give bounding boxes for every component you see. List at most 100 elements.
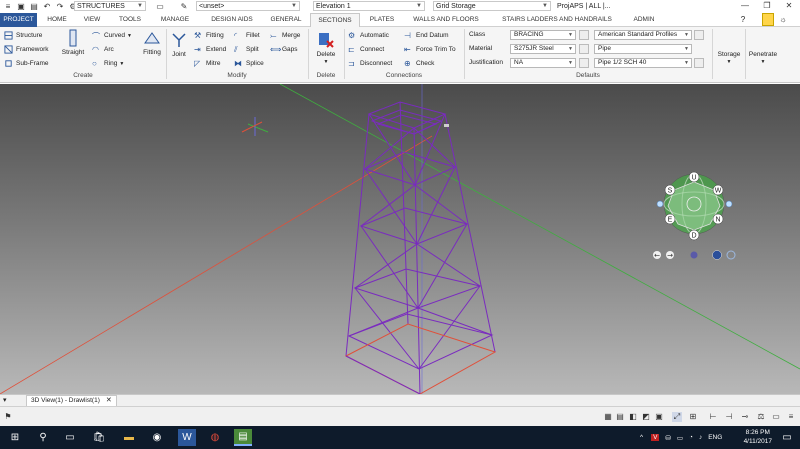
notifications-icon[interactable]: ▭ xyxy=(778,429,796,446)
model-canvas[interactable]: U D S W E N ← → xyxy=(0,84,800,394)
store-icon[interactable]: 🛍 xyxy=(90,429,108,446)
tab-tools[interactable]: TOOLS xyxy=(113,13,147,27)
fillet-button[interactable]: ◜ Fillet xyxy=(234,31,260,40)
network-icon[interactable]: ◔ xyxy=(689,434,693,441)
disconnect-button[interactable]: ⊐ Disconnect xyxy=(348,59,392,68)
workspace-switch-icon[interactable]: ▭ xyxy=(771,412,781,422)
minimize-icon[interactable]: — xyxy=(734,0,756,12)
tab-home[interactable]: HOME xyxy=(42,13,72,27)
chrome-app-icon[interactable]: ◍ xyxy=(206,429,224,446)
3d-viewport[interactable]: U D S W E N ← → xyxy=(0,84,800,394)
material-browse-icon[interactable] xyxy=(579,44,589,54)
battery-icon[interactable]: ▭ xyxy=(677,434,683,442)
nav-globe-icon[interactable] xyxy=(712,250,722,260)
snap-icon[interactable]: ▦ xyxy=(603,412,613,422)
antivirus-icon[interactable]: V xyxy=(651,434,660,441)
save-icon[interactable]: ▣ xyxy=(16,1,26,11)
gaps-button[interactable]: ⟺ Gaps xyxy=(270,45,298,54)
cad-app-icon[interactable]: ▤ xyxy=(234,429,252,446)
class-dropdown[interactable]: BRACING ▼ xyxy=(510,30,576,40)
nav-center-icon[interactable] xyxy=(690,251,698,259)
force-trim-button[interactable]: ⇤ Force Trim To xyxy=(404,45,456,54)
close-icon[interactable]: ✕ xyxy=(778,0,800,12)
view-navigation-sphere[interactable]: U D S W E N xyxy=(656,171,733,241)
delete-button[interactable]: Delete ▼ xyxy=(311,31,341,65)
material-dropdown[interactable]: S275JR Steel ▼ xyxy=(510,44,576,54)
layer-icon[interactable]: ✎ xyxy=(179,1,189,11)
grid-dropdown[interactable]: Grid Storage ▼ xyxy=(433,1,551,11)
tower-structure[interactable] xyxy=(345,101,496,394)
app-menu-icon[interactable]: ≡ xyxy=(3,1,13,11)
customize-icon[interactable]: ≡ xyxy=(786,412,796,422)
viewcube-up-label[interactable]: U xyxy=(691,175,696,182)
profile-settings-icon[interactable] xyxy=(694,30,704,40)
transparency-icon[interactable]: ⊣ xyxy=(724,412,734,422)
tab-design-aids[interactable]: DESIGN AIDS xyxy=(206,13,258,27)
grip-handle[interactable] xyxy=(444,124,449,127)
viewcube-south-label[interactable]: S xyxy=(668,188,673,195)
flag-icon[interactable]: ⚑ xyxy=(3,412,13,422)
arc-button[interactable]: ◠ Arc xyxy=(92,45,114,54)
check-button[interactable]: ⊕ Check xyxy=(404,59,434,68)
profile-size-dropdown[interactable]: Pipe 1/2 SCH 40 ▼ xyxy=(594,58,692,68)
close-tab-icon[interactable]: ✕ xyxy=(106,396,112,406)
usb-icon[interactable]: ⛁ xyxy=(665,434,670,442)
storage-button[interactable]: Storage ▼ xyxy=(714,51,744,65)
volume-icon[interactable]: ♪ xyxy=(699,434,702,441)
selection-cycle-icon[interactable]: ⊸ xyxy=(740,412,750,422)
nav-orbit-icon[interactable] xyxy=(726,250,736,260)
merge-button[interactable]: ⤚ Merge xyxy=(270,31,300,40)
curved-button[interactable]: ⌒ Curved ▼ xyxy=(92,31,132,41)
splice-button[interactable]: ⧓ Splice xyxy=(234,59,264,68)
word-app-icon[interactable]: W xyxy=(178,429,196,446)
search-icon[interactable]: ⚲ xyxy=(34,429,52,446)
tab-admin[interactable]: ADMIN xyxy=(626,13,662,27)
file-explorer-icon[interactable]: ▬ xyxy=(120,429,138,446)
profile-standard-dropdown[interactable]: American Standard Profiles ▼ xyxy=(594,30,692,40)
workspace-dropdown[interactable]: STRUCTURES ▼ xyxy=(74,1,146,11)
highlight-icon[interactable] xyxy=(762,13,774,26)
split-button[interactable]: ⫽ Split xyxy=(234,45,259,54)
ortho-icon[interactable]: ◧ xyxy=(628,412,638,422)
viewcube-east-label[interactable]: E xyxy=(668,217,673,224)
profile-type-dropdown[interactable]: Pipe ▼ xyxy=(594,44,692,54)
redo-icon[interactable]: ↷ xyxy=(55,1,65,11)
tab-stairs-ladders-handrails[interactable]: STAIRS LADDERS AND HANDRAILS xyxy=(494,13,620,27)
viewcube-down-label[interactable]: D xyxy=(691,233,696,240)
framework-button[interactable]: Framework xyxy=(4,45,49,54)
justification-dropdown[interactable]: NA ▼ xyxy=(510,58,576,68)
taskbar-clock[interactable]: 8:26 PM 4/11/2017 xyxy=(744,428,772,446)
tab-project[interactable]: PROJECT xyxy=(0,13,37,27)
penetrate-button[interactable]: Penetrate ▼ xyxy=(746,51,780,65)
straight-button[interactable]: Straight xyxy=(58,29,88,56)
language-indicator[interactable]: ENG xyxy=(708,434,722,441)
polar-icon[interactable]: ◩ xyxy=(641,412,651,422)
fitting-create-button[interactable]: Fitting xyxy=(138,29,166,56)
structure-button[interactable]: Structure xyxy=(4,31,42,40)
viewcube-north-label[interactable]: N xyxy=(715,217,720,224)
tab-plates[interactable]: PLATES xyxy=(365,13,399,27)
end-datum-button[interactable]: ⊣ End Datum xyxy=(404,31,449,40)
display-icon[interactable]: ▭ xyxy=(155,1,165,11)
lineweight-icon[interactable]: ⊢ xyxy=(708,412,718,422)
help-icon[interactable]: ? xyxy=(738,15,748,25)
tracking-icon[interactable]: ⤢ xyxy=(672,412,682,422)
annotation-icon[interactable]: ⚖ xyxy=(756,412,766,422)
sun-icon[interactable]: ☼ xyxy=(778,15,788,25)
media-app-icon[interactable]: ◉ xyxy=(148,429,166,446)
joint-button[interactable]: Joint xyxy=(168,31,190,58)
tab-walls-and-floors[interactable]: WALLS AND FLOORS xyxy=(408,13,484,27)
undo-icon[interactable]: ↶ xyxy=(42,1,52,11)
osnap-icon[interactable]: ▣ xyxy=(654,412,664,422)
dynamic-input-icon[interactable]: ⊞ xyxy=(688,412,698,422)
tab-sections[interactable]: SECTIONS xyxy=(310,13,360,28)
tab-manage[interactable]: MANAGE xyxy=(155,13,195,27)
tab-list-arrow-icon[interactable]: ▾ xyxy=(3,396,7,404)
start-menu-icon[interactable]: ⊞ xyxy=(6,429,24,446)
subframe-button[interactable]: Sub-Frame xyxy=(4,59,49,68)
tab-general[interactable]: GENERAL xyxy=(266,13,306,27)
grid-display-icon[interactable]: ▤ xyxy=(615,412,625,422)
extend-button[interactable]: ⇥ Extend xyxy=(194,45,226,54)
viewcube-west-label[interactable]: W xyxy=(715,188,722,195)
tab-view[interactable]: VIEW xyxy=(78,13,106,27)
